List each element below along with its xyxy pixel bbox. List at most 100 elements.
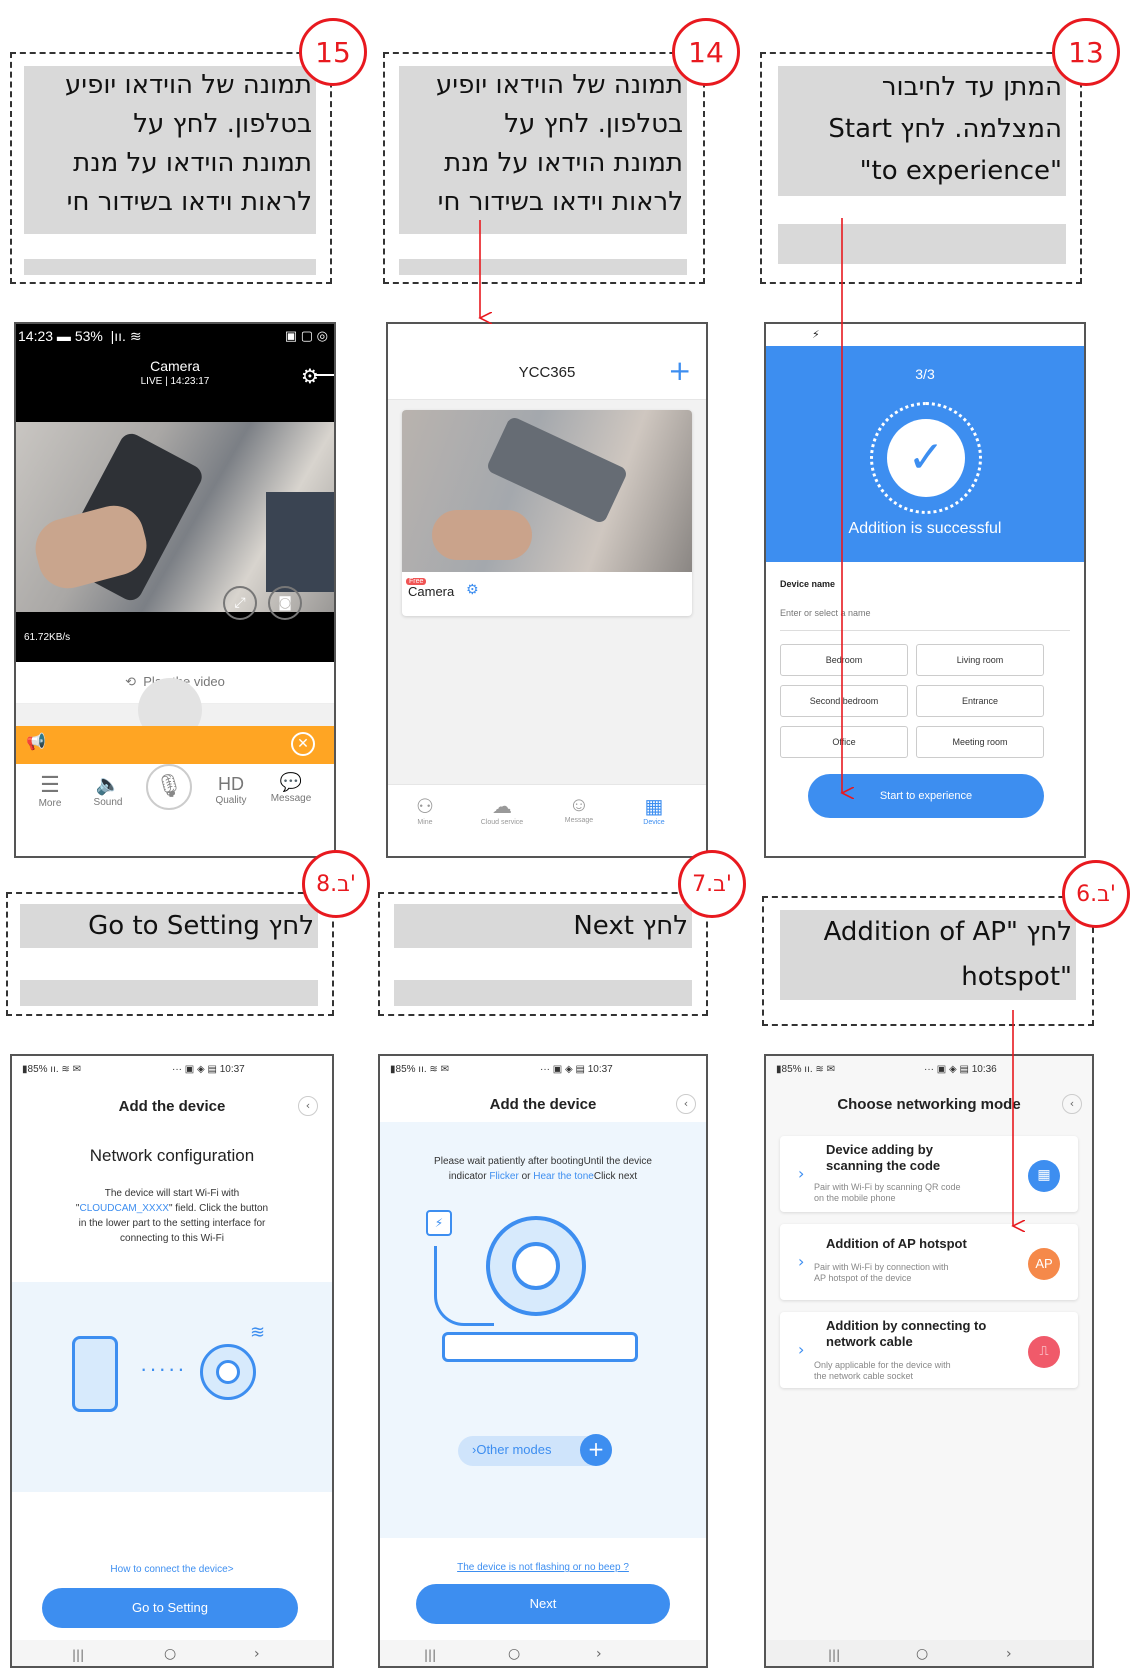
step-15-bar [24,259,316,275]
room-option-bedroom[interactable]: Bedroom [780,644,908,676]
back-chevron-icon[interactable]: ‹ [298,1096,318,1116]
networking-mode-screen: ▮85% ıı. ≋ ✉ ··· ▣ ◈ ▤ 10:36 Choose netw… [764,1054,1094,1668]
room-option-meeting-room[interactable]: Meeting room [916,726,1044,758]
step-7b-text: לחץ Next [394,904,692,948]
orange-talk-bar [16,726,334,764]
step-6b-badge: 6.ב' [1062,860,1130,928]
message-icon: ☺ [568,794,590,816]
status-bar: 14:23 ▬ 53% |ıı. ≋ [18,328,142,344]
home-icon[interactable]: ○ [508,1646,520,1662]
status-bar: ▮85% ıı. ≋ ✉ [22,1064,81,1075]
recent-apps-icon[interactable]: ||| [828,1648,840,1662]
toolbar-more[interactable]: ☰ More [30,772,70,809]
status-bar-right: ··· ▣ ◈ ▤ 10:37 [540,1064,613,1075]
phone-illustration-icon [72,1336,118,1412]
live-video-feed[interactable] [16,422,334,612]
room-option-office[interactable]: Office [780,726,908,758]
gear-pointer-arrow [314,374,334,376]
illustration-panel [12,1282,332,1492]
recent-apps-icon[interactable]: ||| [72,1648,84,1662]
add-device-plus-icon[interactable]: + [668,354,691,387]
back-icon[interactable]: › [1006,1646,1012,1662]
device-grid-icon: ▦ [644,796,664,818]
back-icon[interactable]: › [596,1646,602,1662]
option-ap-desc: Pair with Wi-Fi by connection with AP hot… [814,1262,949,1283]
option-chevron-icon: › [798,1252,805,1271]
settings-gear-icon[interactable]: ⚙ [301,364,319,388]
recent-apps-icon[interactable]: ||| [424,1648,436,1662]
addition-success-screen: ⚡ 3/3 ✓ Addition is successful Device na… [764,322,1086,858]
tab-cloud-service[interactable]: ☁ Cloud service [472,794,532,826]
tab-device[interactable]: ▦ Device [634,794,674,826]
option-ap-title: Addition of AP hotspot [826,1236,967,1251]
option-cable-title: Addition by connecting to network cable [826,1318,987,1350]
toolbar-sound[interactable]: 🔈 Sound [88,772,128,808]
microphone-button[interactable]: 🎙 [146,764,192,810]
toolbar-message[interactable]: 💬 Message [266,772,316,804]
back-chevron-icon[interactable]: ‹ [1062,1094,1082,1114]
step-14-bar [399,259,687,275]
next-button[interactable]: Next [416,1584,670,1624]
power-socket-icon: ⚡ [426,1210,452,1236]
back-icon[interactable]: › [254,1646,260,1662]
go-to-setting-button[interactable]: Go to Setting [42,1588,298,1628]
tab-message[interactable]: ☺ Message [558,794,600,824]
camera-thumbnail[interactable] [402,410,692,572]
device-list-screen: YCC365 + Free Camera ⚙ ⚇ Mine ☁ Cloud serv… [386,322,708,858]
start-to-experience-button[interactable]: Start to experience [808,774,1044,818]
network-cable-icon: ⎍ [1028,1336,1060,1368]
step-8b-badge: 8.ב' [302,850,370,918]
camera-card[interactable]: Free Camera ⚙ [402,410,692,616]
step-7b-bar [394,980,692,1006]
home-icon[interactable]: ○ [916,1646,928,1662]
snapshot-icon[interactable]: ◙ [268,586,302,620]
option-cable-desc: Only applicable for the device with the n… [814,1360,951,1381]
megaphone-icon[interactable]: 📢 [26,732,46,751]
other-modes-plus-icon[interactable]: + [580,1434,612,1466]
live-title: Camera [150,358,200,374]
screen-title: Add the device [118,1098,226,1115]
step-15-text: תמונה של הוידאו יופיע בטלפון. לחץ על תמונת… [24,66,316,234]
step-14-text: תמונה של הוידאו יופיע בטלפון. לחץ על תמונת… [399,66,687,234]
add-device-description: Please wait patiently after bootingUntil… [434,1156,652,1182]
status-flash-icon: ⚡ [812,328,820,341]
step-6b-text: לחץ "Addition of AP "hotspot [780,910,1076,1000]
other-modes-label[interactable]: ›Other modes [472,1442,551,1457]
device-name-input[interactable]: Enter or select a name [780,608,1070,631]
qr-code-icon: ▦ [1028,1160,1060,1192]
step-13-badge: 13 [1052,18,1120,86]
toolbar-quality[interactable]: HD Quality [208,774,254,806]
person-icon: ⚇ [416,796,434,818]
room-option-second-bedroom[interactable]: Second bedroom [780,685,908,717]
chat-icon: 💬 [279,772,303,792]
tab-mine[interactable]: ⚇ Mine [408,794,442,826]
menu-icon: ☰ [40,772,60,797]
live-subtitle: LIVE | 14:23:17 [140,376,210,387]
status-bar-right: ··· ▣ ◈ ▤ 10:36 [924,1064,997,1075]
step-14-badge: 14 [672,18,740,86]
home-icon[interactable]: ○ [164,1646,176,1662]
add-device-screen: ▮85% ıı. ≋ ✉ ··· ▣ ◈ ▤ 10:37 Add the dev… [378,1054,708,1668]
cloud-icon: ☁ [492,796,512,818]
nav-bar [766,1640,1092,1666]
close-talk-icon[interactable]: ✕ [291,732,315,756]
back-chevron-icon[interactable]: ‹ [676,1094,696,1114]
replay-icon: ⟲ [125,674,136,689]
not-flashing-link[interactable]: The device is not flashing or no beep ? [380,1562,706,1573]
room-option-living-room[interactable]: Living room [916,644,1044,676]
option-scan-title: Device adding by scanning the code [826,1142,941,1174]
live-view-screen: 14:23 ▬ 53% |ıı. ≋ ▣ ▢ ◎ Camera LIVE | 1… [14,322,336,858]
success-check-icon: ✓ [887,419,965,497]
step-7b-badge: 7.ב' [678,850,746,918]
room-option-entrance[interactable]: Entrance [916,685,1044,717]
camera-settings-icon[interactable]: ⚙ [466,582,479,598]
how-to-connect-link[interactable]: How to connect the device> [12,1564,332,1575]
fullscreen-icon[interactable]: ⤢ [223,586,257,620]
ap-hotspot-icon: AP [1028,1248,1060,1280]
camera-lens-icon [512,1242,560,1290]
camera-lens-icon [216,1360,240,1384]
success-step: 3/3 [915,366,935,382]
speaker-icon: 🔈 [95,774,121,796]
step-8b-bar [20,980,318,1006]
success-status: Addition is successful [848,520,1002,537]
